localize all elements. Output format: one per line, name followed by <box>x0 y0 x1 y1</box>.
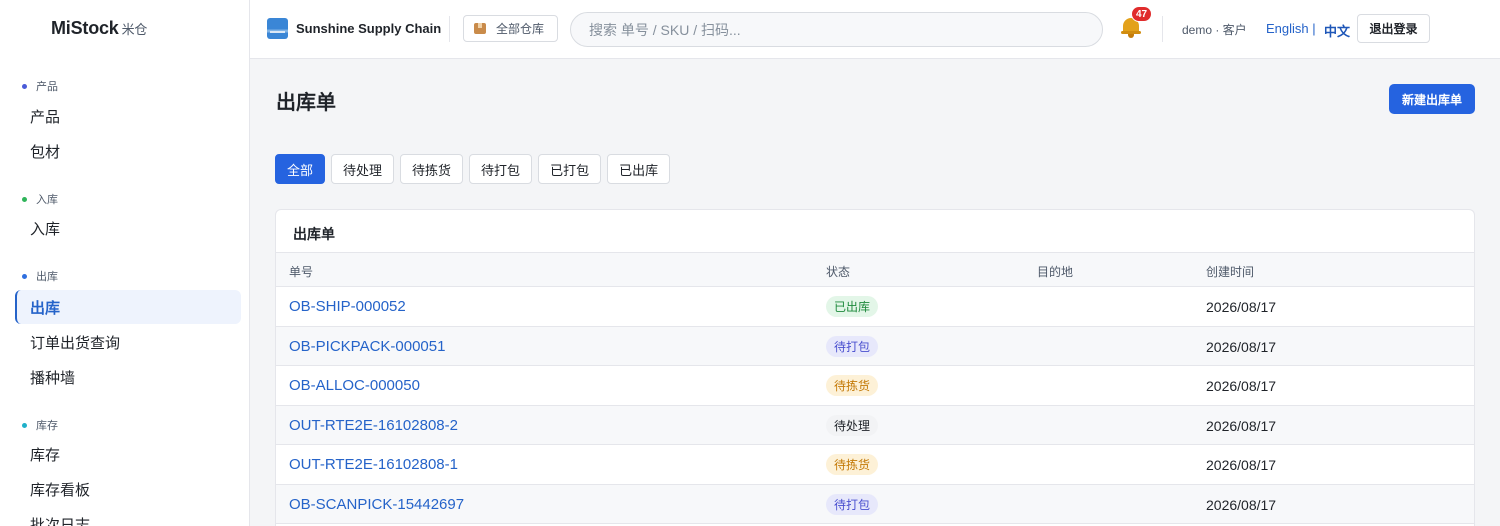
logout-button[interactable]: 退出登录 <box>1357 14 1430 43</box>
brand-sub: 米仓 <box>121 22 148 37</box>
divider <box>449 16 450 42</box>
sidebar-item-inbound[interactable]: 入库 <box>15 211 241 245</box>
tenant-name[interactable]: Sunshine Supply Chain <box>296 21 441 36</box>
created-time: 2026/08/17 <box>1206 378 1277 394</box>
table-row[interactable]: OB-ALLOC-000050 待拣货 2026/08/17 <box>276 366 1474 406</box>
created-time: 2026/08/17 <box>1206 496 1277 513</box>
group-dot-icon <box>22 196 27 202</box>
sidebar: MiStock 米仓 产品 产品 包材 入库 入库 出库 出库 订单出货查询 播种… <box>0 0 250 526</box>
status-badge: 待拣货 <box>826 375 879 396</box>
brand-logo[interactable]: MiStock 米仓 <box>51 18 147 39</box>
warehouse-select[interactable]: 全部仓库 <box>463 15 558 42</box>
status-filter-tabs: 全部 待处理 待拣货 待打包 已打包 已出库 <box>275 154 671 184</box>
warehouse-select-label: 全部仓库 <box>496 22 545 36</box>
nav-group-title: 库存 <box>22 417 58 433</box>
order-number-link[interactable]: OB-SCANPICK-15442697 <box>289 496 464 513</box>
column-header-order-no[interactable]: 单号 <box>289 263 313 280</box>
column-header-destination[interactable]: 目的地 <box>1037 263 1073 280</box>
top-bar: Sunshine Supply Chain 全部仓库 47 demo · 客户 … <box>250 0 1500 59</box>
sidebar-item-outbound[interactable]: 出库 <box>15 290 241 324</box>
status-badge: 已出库 <box>826 296 879 317</box>
sidebar-item-order-shipment-query[interactable]: 订单出货查询 <box>15 325 241 359</box>
tenant-logo-icon <box>267 18 288 39</box>
table-row[interactable]: OB-SCANPICK-15442697 待打包 2026/08/17 <box>276 484 1474 524</box>
status-badge: 待打包 <box>826 493 879 515</box>
created-time: 2026/08/17 <box>1206 417 1277 434</box>
order-number-link[interactable]: OB-SHIP-000052 <box>289 298 406 315</box>
order-number-link[interactable]: OB-PICKPACK-000051 <box>289 338 445 355</box>
order-number-link[interactable]: OUT-RTE2E-16102808-1 <box>289 456 458 473</box>
sidebar-item-packaging[interactable]: 包材 <box>15 134 241 168</box>
created-time: 2026/08/17 <box>1206 299 1277 315</box>
nav-group-title: 产品 <box>22 78 58 94</box>
search-input[interactable] <box>570 12 1103 47</box>
created-time: 2026/08/17 <box>1206 338 1277 355</box>
new-outbound-order-button[interactable]: 新建出库单 <box>1389 84 1475 114</box>
notification-badge: 47 <box>1131 6 1153 22</box>
order-number-link[interactable]: OB-ALLOC-000050 <box>289 377 420 394</box>
status-badge: 待处理 <box>826 414 879 436</box>
card-title: 出库单 <box>293 226 335 242</box>
nav-group-title: 入库 <box>22 191 58 207</box>
divider <box>1162 16 1163 42</box>
sidebar-item-inventory-board[interactable]: 库存看板 <box>15 472 241 506</box>
outbound-orders-card: 出库单 单号 状态 目的地 创建时间 OB-SHIP-000052 已出库 20… <box>275 209 1475 526</box>
lang-chinese-link[interactable]: 中文 <box>1324 21 1350 40</box>
group-dot-icon <box>22 422 27 428</box>
sidebar-item-products[interactable]: 产品 <box>15 99 241 133</box>
nav-group-title: 出库 <box>22 268 58 284</box>
lang-english-link[interactable]: English | <box>1266 21 1316 36</box>
table-row[interactable]: OUT-RTE2E-16102808-1 待拣货 2026/08/17 <box>276 445 1474 485</box>
tab-packed[interactable]: 已打包 <box>538 154 602 184</box>
box-icon <box>474 23 486 34</box>
page-title: 出库单 <box>276 92 336 114</box>
sidebar-item-put-wall[interactable]: 播种墙 <box>15 360 241 394</box>
group-dot-icon <box>22 83 27 89</box>
status-badge: 待打包 <box>826 335 879 357</box>
table-row[interactable]: OUT-RTE2E-16102808-2 待处理 2026/08/17 <box>276 405 1474 445</box>
tab-pending[interactable]: 待处理 <box>331 154 395 184</box>
group-dot-icon <box>22 273 27 279</box>
tab-to-pack[interactable]: 待打包 <box>469 154 533 184</box>
tab-all[interactable]: 全部 <box>275 154 326 184</box>
table-row[interactable]: OB-PICKPACK-000051 待打包 2026/08/17 <box>276 326 1474 366</box>
sidebar-item-batch-log[interactable]: 批次日志 <box>15 507 241 526</box>
brand-name: MiStock <box>51 18 119 38</box>
created-time: 2026/08/17 <box>1206 457 1277 473</box>
column-header-status[interactable]: 状态 <box>826 263 850 280</box>
table-header: 单号 状态 目的地 创建时间 <box>276 252 1474 287</box>
table-row[interactable]: OB-SHIP-000052 已出库 2026/08/17 <box>276 287 1474 327</box>
column-header-created-time[interactable]: 创建时间 <box>1206 263 1254 280</box>
tab-shipped[interactable]: 已出库 <box>607 154 671 184</box>
order-number-link[interactable]: OUT-RTE2E-16102808-2 <box>289 417 458 434</box>
tab-to-pick[interactable]: 待拣货 <box>400 154 464 184</box>
user-label: demo · 客户 <box>1182 23 1247 37</box>
sidebar-item-inventory[interactable]: 库存 <box>15 437 241 471</box>
status-badge: 待拣货 <box>826 454 879 475</box>
